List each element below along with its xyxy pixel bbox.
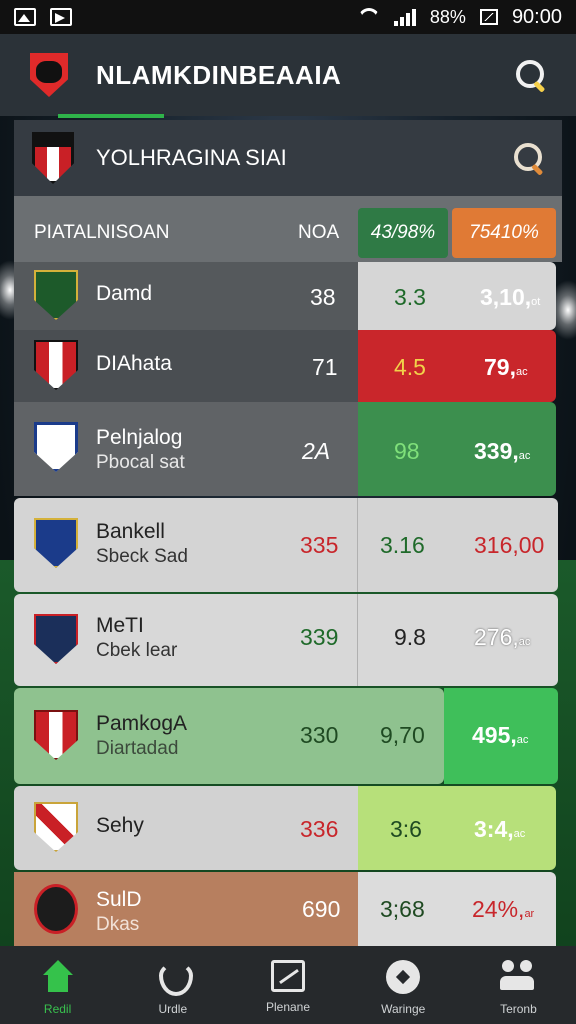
team-subtitle: Diartadad <box>96 738 179 759</box>
team-name: Pelnjalog <box>96 426 183 449</box>
nav-label: Urdle <box>158 1002 188 1016</box>
nav-item-home[interactable]: Redil <box>0 946 115 1024</box>
value-c-suffix: ar <box>524 908 535 920</box>
nav-label: Waringe <box>381 1002 426 1016</box>
value-b: 98 <box>394 438 420 464</box>
nav-item-explore[interactable]: Waringe <box>346 946 461 1024</box>
header-col-b[interactable]: 43/98% <box>358 208 448 258</box>
bottom-navigation: Redil Urdle Plenane Waringe Teronb <box>0 946 576 1024</box>
row-value-cell <box>358 786 556 870</box>
value-c: 339, <box>474 438 519 464</box>
team-name: SulD <box>96 888 142 911</box>
nav-item-community[interactable]: Teronb <box>461 946 576 1024</box>
value-c: 24%, <box>472 896 525 922</box>
search-query-text: YOLHRAGINA SIAI <box>96 145 287 170</box>
table-row[interactable]: Damd 38 3.3 3,10,ot <box>14 262 562 330</box>
nav-label: Plenane <box>265 1000 311 1014</box>
value-a: 71 <box>312 354 338 380</box>
wifi-icon <box>358 8 380 26</box>
team-name: PamkogA <box>96 712 188 735</box>
nav-label: Redil <box>43 1002 72 1016</box>
search-card[interactable]: YOLHRAGINA SIAI <box>14 120 562 196</box>
header-col-a[interactable]: NOA <box>298 208 358 258</box>
value-c: 316,00 <box>474 532 545 558</box>
team-crest-icon <box>34 884 78 934</box>
value-c-suffix: ac <box>513 828 526 840</box>
value-c: 3,10, <box>480 284 532 310</box>
app-header: NLAMKDINBEAAIA <box>0 34 576 116</box>
search-icon[interactable] <box>516 60 546 90</box>
heart-icon <box>155 960 193 996</box>
value-c-suffix: ac <box>518 450 531 462</box>
gallery-notification-icon <box>14 8 36 26</box>
value-a: 2A <box>302 438 331 464</box>
value-a: 335 <box>300 532 339 558</box>
team-subtitle: Sbeck Sad <box>96 546 188 567</box>
row-divider <box>357 594 358 686</box>
nav-item-stats[interactable]: Plenane <box>230 946 345 1024</box>
value-b: 9,70 <box>380 722 425 748</box>
nav-item-favorites[interactable]: Urdle <box>115 946 230 1024</box>
header-col-c[interactable]: 75410% <box>452 208 556 258</box>
value-a: 690 <box>302 896 341 922</box>
value-a: 330 <box>300 722 339 748</box>
value-b: 3.16 <box>380 532 425 558</box>
team-subtitle: Dkas <box>96 914 140 935</box>
app-logo-icon[interactable] <box>30 53 68 97</box>
status-time: 90:00 <box>511 5 562 28</box>
people-icon <box>500 960 536 994</box>
value-c-suffix: ac <box>518 636 531 648</box>
team-subtitle: Pbocal sat <box>96 452 185 473</box>
value-b: 3;68 <box>380 896 425 922</box>
value-b: 3.3 <box>394 284 426 310</box>
value-b: 4.5 <box>394 354 426 380</box>
battery-percent: 88% <box>429 6 466 27</box>
compass-icon <box>386 960 421 994</box>
value-a: 38 <box>310 284 336 310</box>
table-row[interactable]: Pelnjalog Pbocal sat 2A 98 339,ac <box>14 402 562 496</box>
league-crest-icon <box>32 132 74 184</box>
team-name: DIAhata <box>96 352 172 375</box>
header-team[interactable]: PIATALNISOAN <box>34 208 254 258</box>
table-row[interactable]: DIAhata 71 4.5 79,ac <box>14 330 562 402</box>
status-bar: 88% 90:00 <box>0 0 576 34</box>
value-c: 495, <box>472 722 517 748</box>
table-row[interactable]: PamkogA Diartadad 330 9,70 495,ac <box>14 688 562 784</box>
search-icon[interactable] <box>514 143 544 173</box>
table-row[interactable]: Bankell Sbeck Sad 335 3.16 316,00 <box>14 498 562 592</box>
value-b: 3:6 <box>390 816 422 842</box>
team-name: Damd <box>96 282 153 305</box>
table-row[interactable]: SulD Dkas 690 3;68 24%,ar <box>14 872 562 946</box>
value-c: 79, <box>484 354 516 380</box>
value-a: 336 <box>300 816 339 842</box>
battery-icon <box>479 9 498 25</box>
row-divider <box>357 498 358 592</box>
team-name: MeTI <box>96 614 144 637</box>
flag-notification-icon <box>50 8 72 26</box>
value-c: 3:4, <box>474 816 514 842</box>
value-b: 9.8 <box>394 624 426 650</box>
value-c-suffix: ac <box>515 366 528 378</box>
standings-table: PIATALNISOAN NOA 43/98% 75410% Damd 38 3… <box>14 196 562 946</box>
chart-icon <box>271 960 305 992</box>
home-icon <box>40 960 76 994</box>
table-row[interactable]: MeTI Cbek lear 339 9.8 276,ac <box>14 594 562 686</box>
header-tab-indicator <box>58 114 164 118</box>
value-a: 339 <box>300 624 339 650</box>
signal-icon <box>393 8 416 26</box>
team-name: Sehy <box>96 814 144 837</box>
team-name: Bankell <box>96 520 165 543</box>
table-header: PIATALNISOAN NOA 43/98% 75410% <box>14 196 562 262</box>
app-title: NLAMKDINBEAAIA <box>96 59 342 90</box>
value-c-suffix: ac <box>516 734 529 746</box>
nav-label: Teronb <box>500 1002 537 1016</box>
value-c: 276, <box>474 624 519 650</box>
table-row[interactable]: Sehy 336 3:6 3:4,ac <box>14 786 562 870</box>
team-subtitle: Cbek lear <box>96 640 178 661</box>
value-c-suffix: ot <box>531 296 541 308</box>
